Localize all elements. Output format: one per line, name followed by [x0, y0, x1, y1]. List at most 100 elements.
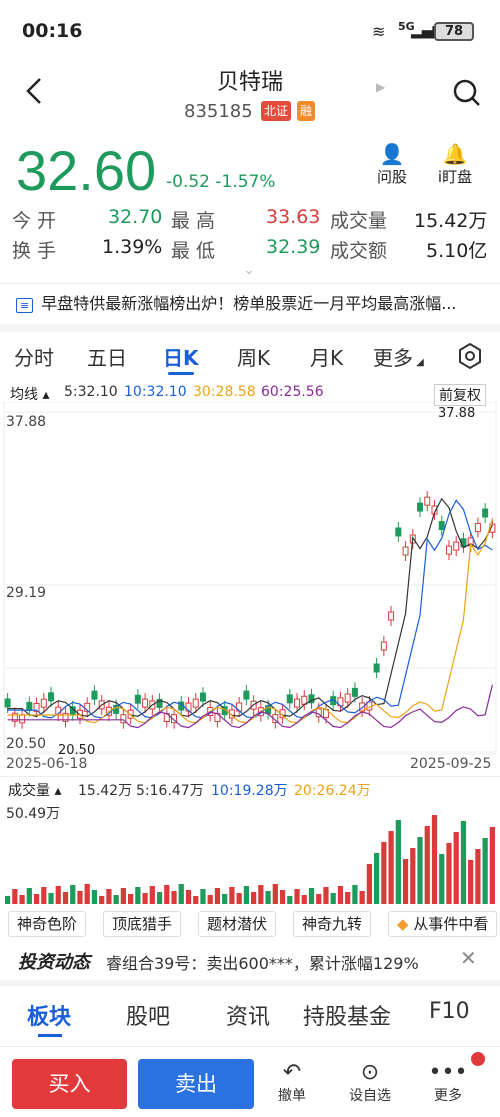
tab-news[interactable]: 资讯 — [226, 999, 270, 1031]
tab-monthly-k[interactable]: 月K — [310, 342, 343, 371]
battery-icon: 78 — [434, 22, 474, 41]
chip-event[interactable]: ◆ 从事件中看 — [388, 911, 498, 937]
volume-bar — [388, 831, 394, 904]
volume-bar — [26, 888, 32, 904]
ma-label[interactable]: 均线 ▴ — [10, 384, 49, 404]
candle-body — [19, 714, 26, 724]
candle-body — [134, 694, 141, 704]
expand-chevron-icon[interactable]: ⌄ — [243, 262, 255, 278]
stock-code: 835185 — [184, 101, 253, 122]
tab-intraday[interactable]: 分时 — [14, 342, 54, 371]
add-watchlist-button[interactable]: ⊙ 设自选 — [340, 1060, 400, 1105]
ma5-value: 5:32.10 — [64, 384, 118, 400]
close-icon[interactable]: ✕ — [460, 946, 477, 970]
volume-bar — [374, 853, 380, 904]
volume-bar — [308, 888, 315, 904]
tab-more[interactable]: 更多 ◢ — [373, 342, 424, 371]
vol5-value: 5:16.47万 — [136, 783, 204, 799]
tab-daily-k[interactable]: 日K — [163, 342, 199, 371]
ma-line — [7, 499, 493, 719]
chip-nine-turn[interactable]: 神奇九转 — [293, 911, 372, 937]
buy-button[interactable]: 买入 — [12, 1059, 127, 1109]
volume-bar — [207, 895, 213, 904]
volume-bar — [185, 890, 192, 904]
volume-bar — [402, 859, 409, 904]
volume-bar — [366, 864, 372, 904]
vol10-value: 10:19.28万 — [211, 783, 288, 799]
candle-body — [142, 698, 149, 708]
watch-button[interactable]: 🔔 i盯盘 — [430, 142, 480, 187]
tab-forum[interactable]: 股吧 — [126, 999, 170, 1031]
settings-icon[interactable] — [456, 342, 484, 374]
candle-body — [445, 545, 452, 555]
sell-button[interactable]: 卖出 — [138, 1059, 254, 1109]
volume-bar — [229, 887, 235, 904]
volume-bar — [106, 889, 112, 904]
volume-bar — [323, 887, 329, 904]
next-stock-icon[interactable]: ▶ — [376, 80, 385, 94]
volume-bar — [345, 892, 351, 904]
chip-theme[interactable]: 题材潜伏 — [198, 911, 277, 937]
candle-body — [286, 694, 293, 704]
volume-bar — [62, 892, 69, 904]
news-banner[interactable]: ≡ 早盘特供最新涨幅榜出炉！榜单股票近一月平均最高涨幅... — [16, 290, 486, 314]
invest-text[interactable]: 睿组合39号：卖出600***，累计涨幅129% — [106, 950, 419, 974]
start-date: 2025-06-18 — [6, 756, 88, 772]
status-time: 00:16 — [22, 20, 83, 42]
candle-body — [344, 693, 351, 703]
status-bar: 00:16 ≋ 5G ▂▄▆ 78 — [0, 0, 500, 60]
volume-bar — [149, 886, 155, 904]
volume-bar — [55, 886, 61, 904]
volume-bar — [222, 894, 228, 904]
tab-five-day[interactable]: 五日 — [87, 342, 127, 371]
volume-bar — [164, 885, 170, 904]
volume-bar — [475, 849, 481, 904]
diamond-icon: ◆ — [397, 915, 409, 933]
candle-body — [4, 698, 11, 708]
volume-bar — [214, 888, 221, 904]
candle-body — [438, 521, 445, 531]
volume-bar — [84, 884, 90, 904]
invest-title: 投资动态 — [18, 952, 90, 973]
candle-body — [351, 687, 358, 697]
volume-bar — [410, 848, 416, 904]
volume-bar — [272, 884, 278, 904]
tab-sector[interactable]: 板块 — [27, 999, 71, 1031]
max-price-label: 37.88 — [438, 406, 476, 421]
volume-bar — [70, 885, 76, 904]
y-axis-low: 20.50 — [6, 736, 47, 752]
tab-funds[interactable]: 持股基金 — [303, 999, 391, 1031]
vol20-value: 20:26.24万 — [294, 783, 371, 799]
person-icon: 👤 — [379, 142, 405, 166]
tab-f10[interactable]: F10 — [429, 999, 470, 1024]
y-axis-top: 37.88 — [6, 414, 47, 430]
k-chart[interactable] — [0, 402, 500, 778]
current-price: 32.60 — [16, 139, 157, 202]
volume-chart[interactable] — [0, 800, 500, 906]
search-icon[interactable] — [452, 78, 482, 112]
volume-bar — [301, 895, 307, 904]
volume-bar — [316, 894, 322, 904]
chip-color-scale[interactable]: 神奇色阶 — [8, 911, 87, 937]
cancel-order-button[interactable]: ↶ 撤单 — [262, 1060, 322, 1105]
more-button[interactable]: ••• 更多 — [418, 1060, 478, 1105]
ask-stock-button[interactable]: 👤 问股 — [367, 142, 417, 187]
ma30-value: 30:28.58 — [193, 384, 256, 400]
volume-bar — [439, 854, 445, 904]
volume-bar — [287, 896, 293, 904]
candle-body — [417, 502, 424, 512]
vol-label[interactable]: 成交量 ▴ — [8, 780, 61, 800]
volume-bar — [91, 890, 98, 904]
chip-top-bottom[interactable]: 顶底猎手 — [103, 911, 182, 937]
candle-body — [474, 523, 481, 533]
tab-weekly-k[interactable]: 周K — [237, 342, 270, 371]
volume-bar — [489, 827, 495, 904]
volume-bar — [5, 896, 11, 904]
volume-bar — [359, 891, 365, 904]
volume-bar — [120, 888, 126, 904]
volume-bar — [468, 860, 474, 904]
candle-body — [26, 701, 33, 711]
vol-value: 15.42万 — [78, 783, 133, 799]
volume-bar — [265, 891, 271, 904]
active-tab-indicator — [168, 372, 194, 375]
